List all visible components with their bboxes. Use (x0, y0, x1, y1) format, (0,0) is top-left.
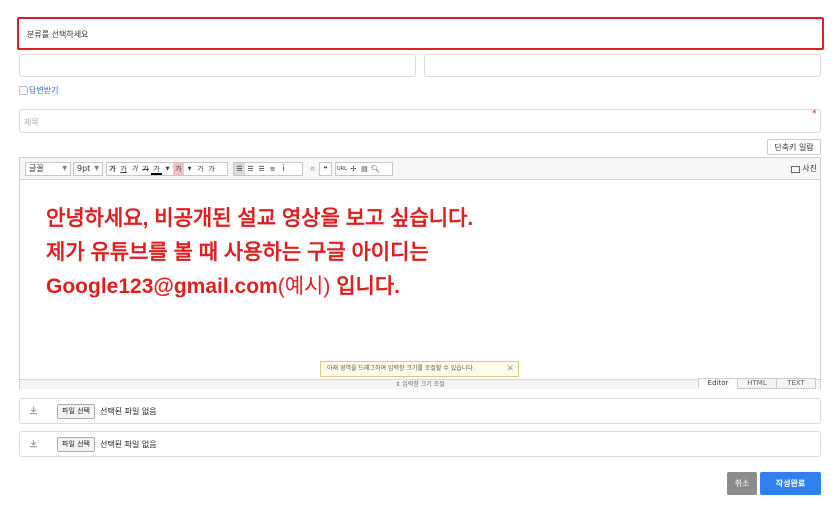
special-char-icon[interactable]: ¤ (307, 163, 318, 175)
align-center-icon[interactable]: ☰ (245, 163, 256, 175)
subject-placeholder: 제목 (24, 118, 39, 127)
align-left-icon[interactable]: ☰ (234, 163, 245, 175)
italic-button[interactable]: 가 (129, 163, 140, 175)
photo-label: 사진 (802, 164, 817, 173)
font-family-select[interactable]: 글꼴 ▼ (25, 162, 71, 176)
line-height-icon[interactable]: Ī (278, 163, 289, 175)
choose-file-button[interactable]: 파일 선택 (57, 437, 95, 452)
special-char-button[interactable]: ✢ (348, 163, 359, 175)
font-color-button[interactable]: 가 (151, 163, 162, 175)
subject-input[interactable]: 제목 (19, 109, 821, 133)
name-input[interactable] (19, 54, 416, 77)
insert-group: URL ✢ ▤ 🔍︎ (335, 162, 393, 176)
submit-button[interactable]: 작성완료 (760, 472, 821, 495)
file-status: 선택된 파일 없음 (100, 407, 157, 416)
file-upload-row: 파일 선택 선택된 파일 없음 (19, 398, 821, 424)
shortcut-list-button[interactable]: 단축키 일람 (767, 139, 821, 155)
resize-tooltip-text: 아래 영역을 드래그하여 입력창 크기를 조절할 수 있습니다. (327, 365, 475, 372)
photo-button[interactable]: 사진 (791, 162, 817, 176)
bold-button[interactable]: 가 (107, 163, 118, 175)
table-icon[interactable]: ▤ (359, 163, 370, 175)
resize-tooltip: 아래 영역을 드래그하여 입력창 크기를 조절할 수 있습니다. ✕ (320, 361, 519, 377)
file-status: 선택된 파일 없음 (100, 440, 157, 449)
chevron-down-icon: ▼ (94, 165, 99, 172)
file-upload-row: 파일 선택 선택된 파일 없음 (19, 431, 821, 457)
content-line-1: 안녕하세요, 비공개된 설교 영상을 보고 싶습니다. (46, 207, 474, 230)
notify-label[interactable]: 답변받기 (29, 85, 58, 96)
tab-html[interactable]: HTML (737, 378, 777, 389)
rich-text-editor: 글꼴 ▼ 9pt ▼ 가 가 가 가 가 ▼ 가 ▼ 가 가 ☰ ☰ ☰ ≡ Ī… (19, 157, 821, 389)
font-size-value: 9pt (77, 164, 91, 173)
align-right-icon[interactable]: ☰ (256, 163, 267, 175)
required-mark: * (812, 109, 817, 119)
text-format-group: 가 가 가 가 가 ▼ 가 ▼ 가 가 (106, 162, 228, 176)
notify-checkbox[interactable] (19, 85, 28, 95)
strikethrough-button[interactable]: 가 (140, 163, 151, 175)
font-family-value: 글꼴 (29, 164, 44, 173)
image-icon (791, 165, 801, 173)
content-end: 입니다. (330, 275, 400, 298)
chevron-down-icon: ▼ (62, 165, 67, 172)
background-color-button[interactable]: 가 (173, 163, 184, 175)
tab-editor[interactable]: Editor (698, 378, 738, 389)
content-email: Google123@gmail.com (46, 275, 278, 298)
download-icon (29, 406, 38, 415)
quote-group: ❝ (319, 162, 332, 176)
editor-mode-tabs: Editor HTML TEXT (698, 378, 816, 389)
superscript-button[interactable]: 가 (195, 163, 206, 175)
content-line-2: 제가 유튜브를 볼 때 사용하는 구글 아이디는 (46, 241, 429, 264)
tab-text[interactable]: TEXT (776, 378, 816, 389)
search-icon[interactable]: 🔍︎ (370, 163, 381, 175)
close-icon[interactable]: ✕ (506, 362, 514, 376)
choose-file-button[interactable]: 파일 선택 (57, 404, 95, 419)
chevron-down-icon[interactable]: ▼ (162, 163, 173, 175)
underline-button[interactable]: 가 (118, 163, 129, 175)
align-group: ☰ ☰ ☰ ≡ Ī (233, 162, 303, 176)
align-justify-button[interactable]: ≡ (267, 163, 278, 175)
quote-button[interactable]: ❝ (320, 163, 331, 175)
editor-toolbar: 글꼴 ▼ 9pt ▼ 가 가 가 가 가 ▼ 가 ▼ 가 가 ☰ ☰ ☰ ≡ Ī… (20, 158, 820, 180)
category-select-label: 분류를 선택하세요 (27, 30, 89, 39)
category-select[interactable]: 분류를 선택하세요 (17, 17, 824, 50)
chevron-down-icon[interactable]: ▼ (184, 163, 195, 175)
content-example: (예시) (277, 275, 331, 298)
notify-row: 답변받기 (19, 84, 58, 96)
editor-content[interactable]: 안녕하세요, 비공개된 설교 영상을 보고 싶습니다. 제가 유튜브를 볼 때 … (46, 202, 786, 304)
cancel-button[interactable]: 취소 (727, 472, 757, 495)
link-button[interactable]: URL (336, 163, 348, 175)
download-icon (29, 439, 38, 448)
password-input[interactable] (424, 54, 821, 77)
font-size-select[interactable]: 9pt ▼ (73, 162, 103, 176)
subscript-button[interactable]: 가 (206, 163, 217, 175)
content-line-3: Google123@gmail.com(예시) 입니다. (46, 270, 786, 304)
